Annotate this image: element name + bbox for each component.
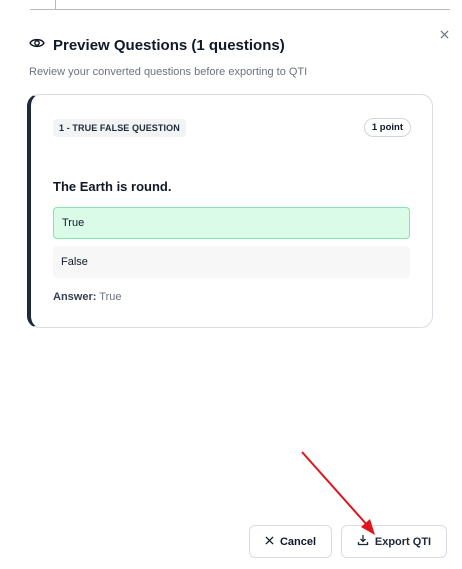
top-divider: [0, 0, 462, 14]
close-icon: [439, 26, 449, 44]
option-true: True: [53, 207, 410, 239]
dialog-header: Preview Questions (1 questions): [29, 36, 285, 54]
question-type-label: 1 - TRUE FALSE QUESTION: [53, 119, 186, 137]
answer-line: Answer: True: [53, 291, 121, 303]
dialog-subtitle: Review your converted questions before e…: [29, 66, 308, 78]
option-label: False: [61, 256, 88, 268]
close-button[interactable]: [436, 27, 452, 43]
option-label: True: [62, 217, 85, 229]
dialog-title: Preview Questions (1 questions): [53, 36, 285, 54]
points-badge: 1 point: [363, 118, 411, 137]
divider-line: [30, 9, 450, 10]
x-icon: [265, 535, 274, 548]
export-qti-button[interactable]: Export QTI: [341, 525, 447, 558]
question-card: 1 - TRUE FALSE QUESTION 1 point The Eart…: [27, 94, 433, 328]
cancel-button[interactable]: Cancel: [249, 525, 332, 558]
export-label: Export QTI: [374, 535, 432, 548]
eye-icon: [29, 36, 45, 54]
download-icon: [357, 534, 369, 549]
question-text: The Earth is round.: [53, 179, 172, 194]
divider-tick: [55, 0, 56, 10]
option-false: False: [53, 246, 410, 278]
cancel-label: Cancel: [279, 535, 317, 548]
answer-label: Answer:: [53, 291, 97, 303]
answer-value: True: [99, 291, 122, 303]
